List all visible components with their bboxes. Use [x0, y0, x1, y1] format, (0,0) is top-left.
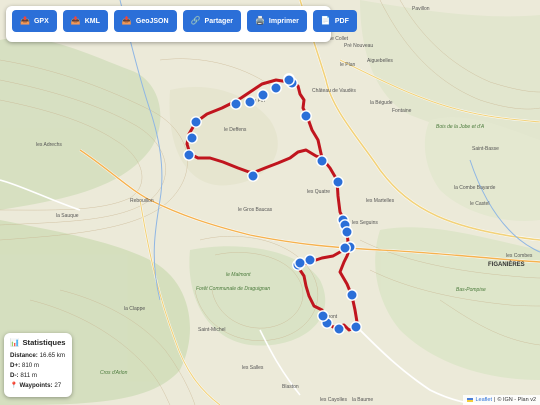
- waypoint-marker[interactable]: [316, 155, 328, 167]
- print-button[interactable]: 🖨️ Imprimer: [246, 10, 307, 32]
- distance-value: 16.65 km: [39, 352, 66, 359]
- bar-chart-icon: 📊: [10, 338, 20, 347]
- waypoint-marker[interactable]: [230, 98, 242, 110]
- place-label: la Bégude: [370, 100, 393, 106]
- elevation-gain-value: 810 m: [21, 362, 40, 369]
- place-label: Château de Vaudès: [312, 88, 356, 94]
- place-label: les Adrechs: [36, 142, 62, 148]
- place-label: Blaston: [282, 384, 299, 390]
- waypoints-label: Waypoints:: [19, 382, 53, 389]
- place-label: le Gros Baucas: [238, 207, 273, 213]
- elevation-gain-label: D+:: [10, 362, 21, 369]
- statistics-title: 📊 Statistiques: [10, 338, 66, 347]
- button-label: GeoJSON: [135, 17, 169, 25]
- place-label: le Collet: [330, 36, 349, 42]
- waypoint-marker[interactable]: [244, 96, 256, 108]
- place-label: Bois de la Jobe et d'A: [436, 124, 485, 130]
- elevation-loss-value: 811 m: [20, 372, 38, 379]
- waypoint-marker[interactable]: [183, 149, 195, 161]
- place-label: Forêt Communale de Draguignan: [196, 286, 270, 292]
- export-geojson-button[interactable]: 📤 GeoJSON: [113, 10, 177, 32]
- flag-icon: [467, 398, 474, 402]
- export-kml-button[interactable]: 📤 KML: [62, 10, 108, 32]
- waypoint-marker[interactable]: [333, 323, 345, 335]
- waypoint-marker[interactable]: [247, 170, 259, 182]
- share-button[interactable]: 🔗 Partager: [182, 10, 241, 32]
- map-attribution: Leaflet | © IGN - Plan v2: [463, 395, 540, 405]
- waypoint-marker[interactable]: [350, 321, 362, 333]
- waypoint-marker[interactable]: [332, 176, 344, 188]
- export-gpx-button[interactable]: 📤 GPX: [12, 10, 57, 32]
- place-label: Cros d'Arlon: [100, 370, 128, 376]
- place-label: les Seguins: [352, 220, 378, 226]
- waypoint-marker[interactable]: [190, 116, 202, 128]
- export-icon: 📤: [70, 16, 81, 25]
- pdf-button[interactable]: 📄 PDF: [312, 10, 357, 32]
- export-toolbar: 📤 GPX 📤 KML 📤 GeoJSON 🔗 Partager 🖨️ Imprimer …: [6, 6, 357, 42]
- elevation-gain-row: D+: 810 m: [10, 361, 66, 371]
- attribution-separator: |: [493, 397, 496, 403]
- button-label: KML: [84, 17, 100, 25]
- waypoints-row: 📍 Waypoints: 27: [10, 381, 66, 391]
- export-icon: 📤: [20, 16, 30, 25]
- place-label: les Quatre: [307, 189, 330, 195]
- place-label: la Sauque: [56, 213, 79, 219]
- waypoint-marker[interactable]: [270, 82, 282, 94]
- waypoint-marker[interactable]: [257, 89, 269, 101]
- place-label: les Salles: [242, 365, 264, 371]
- place-label: la Clappe: [124, 306, 145, 312]
- waypoint-marker[interactable]: [304, 254, 316, 266]
- button-label: PDF: [334, 17, 349, 25]
- place-label: les Cayolles: [320, 397, 347, 403]
- distance-label: Distance:: [10, 352, 38, 359]
- place-label: Fontaine: [392, 108, 412, 114]
- elevation-loss-row: D-: 811 m: [10, 371, 66, 381]
- statistics-heading: Statistiques: [22, 338, 66, 347]
- waypoint-marker[interactable]: [346, 289, 358, 301]
- export-icon: 📤: [121, 16, 132, 25]
- waypoint-marker[interactable]: [294, 257, 306, 269]
- elevation-loss-label: D-:: [10, 372, 19, 379]
- button-label: GPX: [33, 17, 49, 25]
- place-label: les Combes: [506, 253, 533, 259]
- place-label: le Malmont: [226, 272, 251, 278]
- place-label: Bas-Pompise: [456, 287, 486, 293]
- waypoint-marker[interactable]: [341, 226, 353, 238]
- button-label: Partager: [204, 17, 233, 25]
- topographic-map[interactable]: Pavillon le Collet Pré Nouveau le Plan A…: [0, 0, 540, 405]
- pin-icon: 📍: [10, 382, 18, 389]
- waypoint-marker[interactable]: [283, 74, 295, 86]
- statistics-panel: 📊 Statistiques Distance: 16.65 km D+: 810…: [4, 333, 72, 397]
- place-label: Aiguebelles: [367, 58, 393, 64]
- place-label: les Martelles: [366, 198, 395, 204]
- document-icon: 📄: [320, 16, 331, 25]
- place-label: Saint-Basse: [472, 146, 499, 152]
- button-label: Imprimer: [268, 17, 299, 25]
- waypoint-marker[interactable]: [186, 132, 198, 144]
- printer-icon: 🖨️: [254, 16, 265, 25]
- waypoints-value: 27: [54, 382, 62, 389]
- provider-credit: © IGN - Plan v2: [497, 397, 536, 403]
- place-label: le Plan: [340, 62, 356, 68]
- place-label: Saint-Michel: [198, 327, 226, 333]
- place-label: Pavillon: [412, 6, 430, 12]
- leaflet-link[interactable]: Leaflet: [475, 397, 492, 403]
- place-label: le Deffens: [224, 127, 247, 133]
- distance-row: Distance: 16.65 km: [10, 351, 66, 361]
- place-label: la Combe Bayarde: [454, 185, 496, 191]
- waypoint-marker[interactable]: [317, 310, 329, 322]
- link-icon: 🔗: [190, 16, 201, 25]
- waypoint-marker[interactable]: [339, 242, 351, 254]
- place-label: le Castel: [470, 201, 489, 207]
- place-label: Rebouillon: [130, 198, 154, 204]
- place-label: Pré Nouveau: [344, 43, 373, 49]
- place-label: la Baume: [352, 397, 373, 403]
- place-label: FIGANIÈRES: [488, 260, 525, 268]
- waypoint-marker[interactable]: [300, 110, 312, 122]
